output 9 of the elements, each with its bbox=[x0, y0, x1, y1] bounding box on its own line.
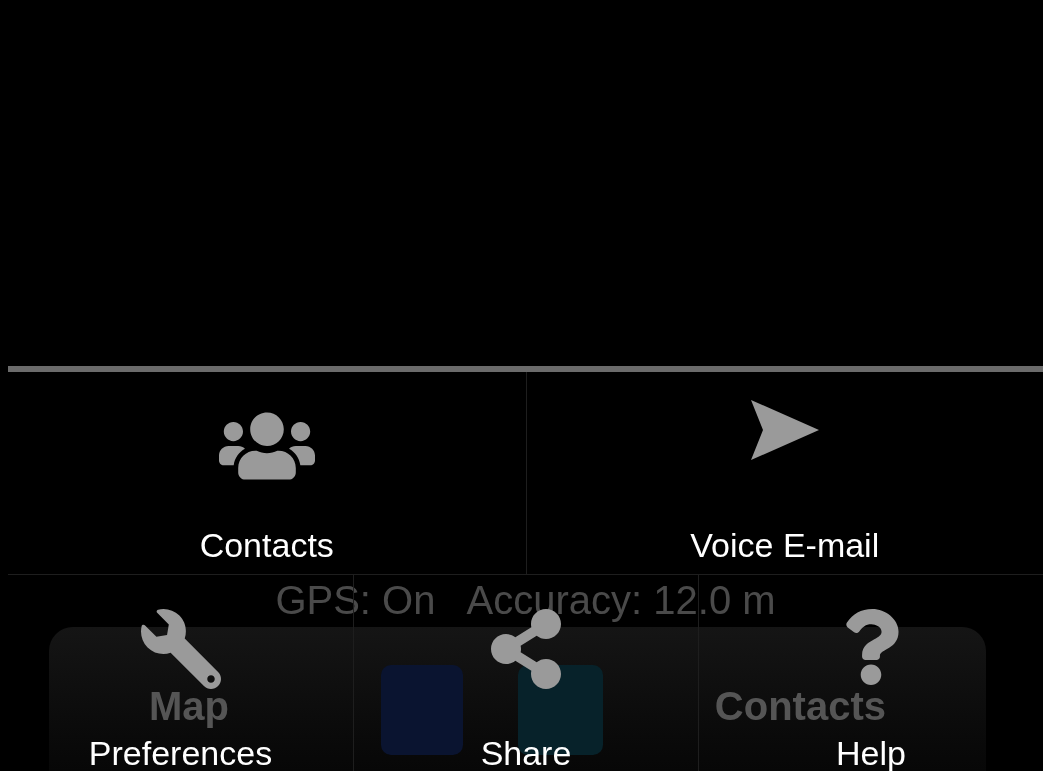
menu-item[interactable]: Voice E-mail bbox=[690, 526, 880, 564]
menu-item[interactable]: Contacts bbox=[199, 526, 334, 564]
map-label: Map bbox=[149, 685, 229, 727]
wrench-icon bbox=[140, 609, 221, 689]
send-icon bbox=[748, 398, 821, 462]
gps-status-text: GPS: On Accuracy: 12.0 m bbox=[275, 577, 776, 623]
contacts-label: Contacts bbox=[714, 685, 886, 727]
menu-item[interactable]: Share bbox=[480, 735, 572, 771]
menu-item[interactable]: Preferences bbox=[88, 735, 273, 771]
